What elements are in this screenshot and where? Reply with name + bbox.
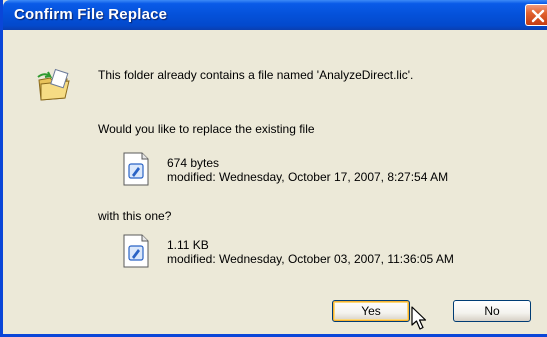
folder-replace-icon	[37, 68, 70, 101]
existing-file-modified: modified: Wednesday, October 17, 2007, 8…	[167, 170, 449, 184]
new-file-size: 1.11 KB	[167, 238, 209, 252]
replace-question: Would you like to replace the existing f…	[98, 122, 315, 136]
new-file-modified: modified: Wednesday, October 03, 2007, 1…	[167, 252, 454, 266]
mouse-pointer-icon	[411, 306, 427, 330]
yes-button[interactable]: Yes	[332, 300, 410, 322]
title-bar[interactable]: Confirm File Replace	[3, 0, 547, 30]
dialog-body: This folder already contains a file name…	[6, 30, 547, 334]
existing-file-size: 674 bytes	[167, 156, 220, 170]
document-icon	[123, 234, 149, 268]
close-button[interactable]	[525, 4, 547, 26]
window-title: Confirm File Replace	[14, 6, 168, 23]
replace-message: This folder already contains a file name…	[98, 68, 414, 82]
with-this-one-label: with this one?	[98, 209, 172, 223]
document-icon	[123, 152, 149, 186]
confirm-file-replace-dialog: Confirm File Replace This folder already…	[0, 0, 547, 337]
close-icon	[531, 9, 545, 23]
no-button[interactable]: No	[453, 300, 531, 322]
